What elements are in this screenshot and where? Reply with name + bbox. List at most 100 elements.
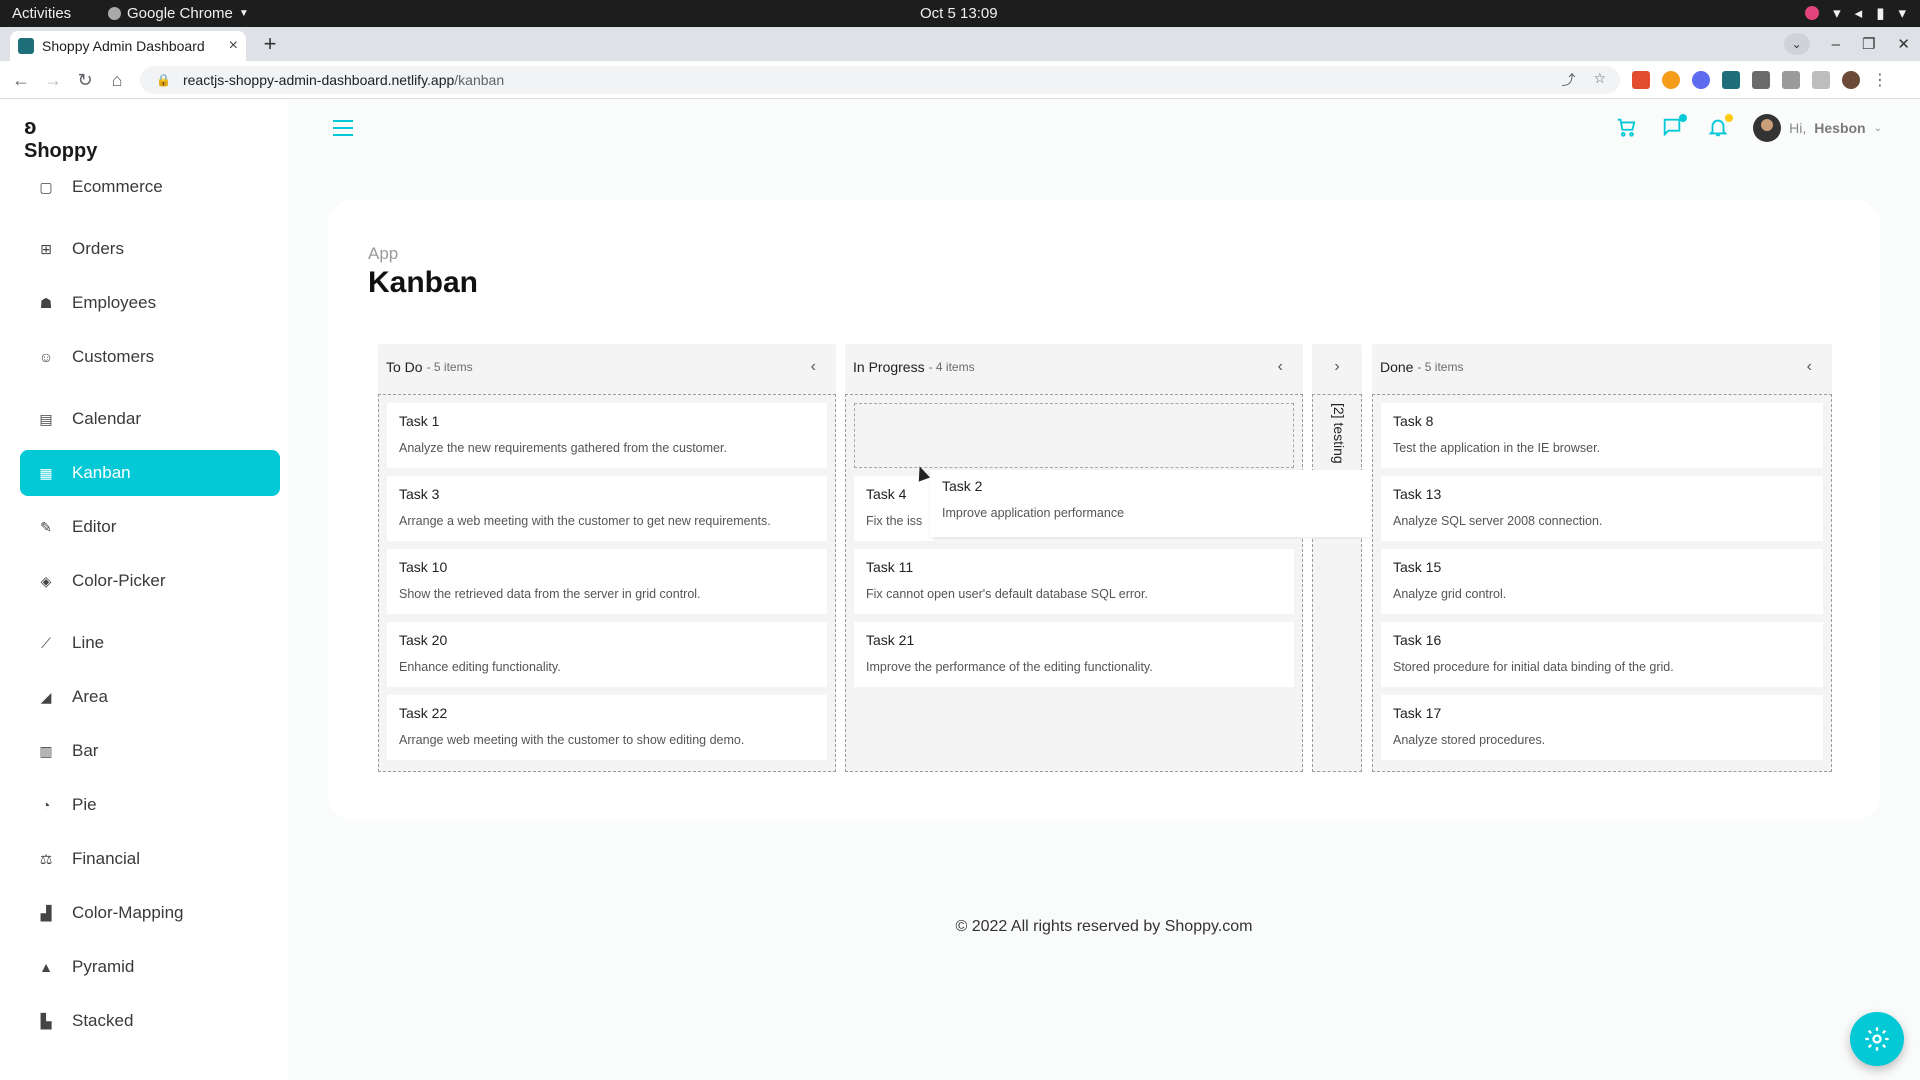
card-description: Analyze stored procedures. [1393,733,1546,747]
sidebar-item-label: Orders [72,239,124,258]
side-panel-icon[interactable] [1812,71,1830,89]
sidebar-item-calendar[interactable]: ▤ Calendar [20,396,280,442]
lock-icon[interactable]: 🔒 [156,73,171,87]
dragging-card[interactable]: Task 2 Improve application performance [930,470,1370,537]
share-icon[interactable]: ⤴ [1561,70,1575,90]
drop-placeholder[interactable] [854,403,1294,468]
kanban-card-item[interactable]: Task 21 Improve the performance of the e… [854,622,1294,687]
sidebar-item-editor[interactable]: ✎ Editor [20,504,280,550]
sidebar-item-label: Editor [72,517,117,536]
kanban-card-item[interactable]: Task 22 Arrange web meeting with the cus… [387,695,827,760]
address-bar[interactable]: 🔒 reactjs-shoppy-admin-dashboard.netlify… [140,66,1620,94]
sidebar-item-label: Kanban [72,463,131,482]
activities-button[interactable]: Activities [12,5,71,22]
chat-button[interactable] [1661,114,1688,140]
new-tab-button[interactable]: + [256,33,284,57]
forward-icon[interactable]: → [42,69,64,91]
card-description: Stored procedure for initial data bindin… [1393,660,1674,674]
logo[interactable]: ʚ Shoppy [24,116,97,163]
kanban-card-item[interactable]: Task 8 Test the application in the IE br… [1381,403,1823,468]
sidebar-item-area[interactable]: ◢ Area [20,674,280,720]
color-mapping-icon: ▟ [40,904,52,921]
kanban-card-item[interactable]: Task 16 Stored procedure for initial dat… [1381,622,1823,687]
kanban-card-item[interactable]: Task 11 Fix cannot open user's default d… [854,549,1294,614]
column-title: To Do [386,359,423,375]
system-tray[interactable]: ▾ ◂ ▮ ▾ [1805,4,1906,22]
notifications-button[interactable] [1707,114,1734,140]
extension-icon[interactable] [1722,71,1740,89]
sidebar-item-label: Calendar [72,409,141,428]
reading-list-icon[interactable] [1782,71,1800,89]
home-icon[interactable]: ⌂ [106,69,128,91]
extension-icon[interactable] [1632,71,1650,89]
kanban-board: To Do - 5 items ‹ Task 1 Analyze the new… [378,344,1838,772]
url-host: reactjs-shoppy-admin-dashboard.netlify.a… [182,72,455,88]
card-title: Task 11 [866,559,914,575]
sidebar-item-employees[interactable]: ☗ Employees [20,280,280,326]
kebab-menu-icon[interactable]: ⋮ [1872,70,1888,90]
sidebar-item-bar[interactable]: ▥ Bar [20,728,280,774]
restore-icon[interactable]: ❐ [1862,35,1875,53]
sidebar-item-kanban[interactable]: ▦ Kanban [20,450,280,496]
card-description: Fix cannot open user's default database … [866,587,1148,601]
sidebar-item-label: Color-Picker [72,571,166,590]
collapse-chevron-left-icon[interactable]: ‹ [1278,358,1295,376]
sidebar-item-label: Area [72,687,108,706]
expand-chevron-right-icon[interactable]: › [1334,358,1339,376]
browser-tab[interactable]: Shoppy Admin Dashboard × [10,31,246,61]
pyramid-icon: ▲ [39,959,53,975]
column-body: Task 4 Fix the iss Task 11 Fix cannot op… [845,394,1303,772]
sidebar-item-label: Bar [72,741,99,760]
card-description: Improve application performance [942,506,1125,520]
color-picker-icon: ◈ [40,572,52,589]
tab-search-icon[interactable]: ⌄ [1783,33,1810,55]
card-title: Task 21 [866,632,915,648]
kanban-card-item[interactable]: Task 17 Analyze stored procedures. [1381,695,1823,760]
collapse-chevron-left-icon[interactable]: ‹ [1807,358,1824,376]
kanban-card-item[interactable]: Task 15 Analyze grid control. [1381,549,1823,614]
kanban-card-item[interactable]: Task 1 Analyze the new requirements gath… [387,403,827,468]
card-title: Task 15 [1393,559,1442,575]
column-testing-collapsed[interactable]: › [2] testing [1312,344,1362,772]
column-header: In Progress - 4 items ‹ [845,344,1303,390]
sidebar-item-ecommerce[interactable]: ▢ Ecommerce [20,164,280,210]
kanban-card-item[interactable]: Task 3 Arrange a web meeting with the cu… [387,476,827,541]
sidebar-item-pyramid[interactable]: ▲ Pyramid [20,944,280,990]
kanban-card-item[interactable]: Task 13 Analyze SQL server 2008 connecti… [1381,476,1823,541]
profile-avatar-icon[interactable] [1842,71,1860,89]
kanban-card-item[interactable]: Task 20 Enhance editing functionality. [387,622,827,687]
extension-icon[interactable] [1662,71,1680,89]
reload-icon[interactable]: ↻ [74,69,96,91]
extension-icon[interactable] [1692,71,1710,89]
sidebar-item-orders[interactable]: ⊞ Orders [20,226,280,272]
kanban-card-item[interactable]: Task 10 Show the retrieved data from the… [387,549,827,614]
sidebar-item-label: Color-Mapping [72,903,184,922]
footer-copyright: © 2022 All rights reserved by Shoppy.com [955,918,1253,935]
settings-button[interactable] [1850,1012,1904,1066]
back-icon[interactable]: ← [10,69,32,91]
sidebar-item-label: Line [72,633,105,652]
sidebar-item-line[interactable]: ⟋ Line [20,620,280,666]
close-window-icon[interactable]: ✕ [1897,35,1910,53]
kanban-card-item[interactable]: Task 4 Fix the iss [854,476,934,541]
card-title: Task 10 [399,559,448,575]
puzzle-icon[interactable] [1752,71,1770,89]
column-in-progress: In Progress - 4 items ‹ Task 4 Fix the i… [845,344,1303,772]
close-icon[interactable]: × [229,37,238,55]
user-profile-button[interactable]: Hi, Hesbon ⌄ [1753,114,1882,142]
app-menu[interactable]: Google Chrome ▼ [108,5,249,22]
bookmark-star-icon[interactable]: ☆ [1593,70,1606,90]
edit-icon: ✎ [40,518,52,535]
cart-button[interactable] [1615,116,1639,140]
sidebar-item-pie[interactable]: ◔ Pie [20,782,280,828]
minimize-icon[interactable]: – [1832,36,1840,53]
sidebar-item-financial[interactable]: ⚖ Financial [20,836,280,882]
collapse-chevron-left-icon[interactable]: ‹ [811,358,828,376]
sidebar-item-stacked[interactable]: ▙ Stacked [20,998,280,1044]
menu-toggle-button[interactable] [333,120,353,138]
sidebar-item-customers[interactable]: ☺ Customers [20,334,280,380]
sidebar-item-color-picker[interactable]: ◈ Color-Picker [20,558,280,604]
sidebar-item-color-mapping[interactable]: ▟ Color-Mapping [20,890,280,936]
extensions-area: ⋮ [1632,70,1888,90]
clock[interactable]: Oct 5 13:09 [920,5,998,22]
